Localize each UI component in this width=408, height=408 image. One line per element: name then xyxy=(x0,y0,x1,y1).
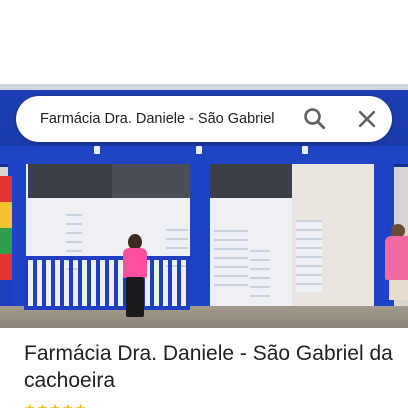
person-legs xyxy=(126,277,144,317)
ceiling-lamp xyxy=(94,146,100,154)
person-shorts xyxy=(389,280,408,300)
interior-ceiling xyxy=(112,164,192,198)
person-pink-shirt xyxy=(385,236,408,280)
close-icon-graphic xyxy=(358,110,376,128)
close-icon[interactable] xyxy=(352,104,382,134)
top-blank-area xyxy=(0,0,408,84)
search-query-text[interactable]: Farmácia Dra. Daniele - São Gabriel xyxy=(40,96,275,142)
blue-fence xyxy=(24,256,190,310)
interior-ceiling xyxy=(28,164,112,198)
place-title: Farmácia Dra. Daniele - São Gabriel da c… xyxy=(24,342,393,392)
ceiling-lamp xyxy=(196,146,202,154)
ceiling-lamp xyxy=(302,146,308,154)
side-signboard xyxy=(0,176,12,306)
search-bar[interactable]: Farmácia Dra. Daniele - São Gabriel xyxy=(16,96,392,142)
rating-stars: ★★★★★ xyxy=(24,401,87,408)
search-icon-graphic xyxy=(304,108,326,130)
person-pink-shirt xyxy=(123,248,147,278)
product-shelf xyxy=(296,220,322,292)
search-icon[interactable] xyxy=(300,104,330,134)
rating-row[interactable]: ★★★★★ xyxy=(24,400,87,408)
product-shelf xyxy=(214,230,248,286)
interior-ceiling xyxy=(210,164,292,198)
product-shelf xyxy=(250,250,270,298)
facade-pillar xyxy=(190,164,210,314)
